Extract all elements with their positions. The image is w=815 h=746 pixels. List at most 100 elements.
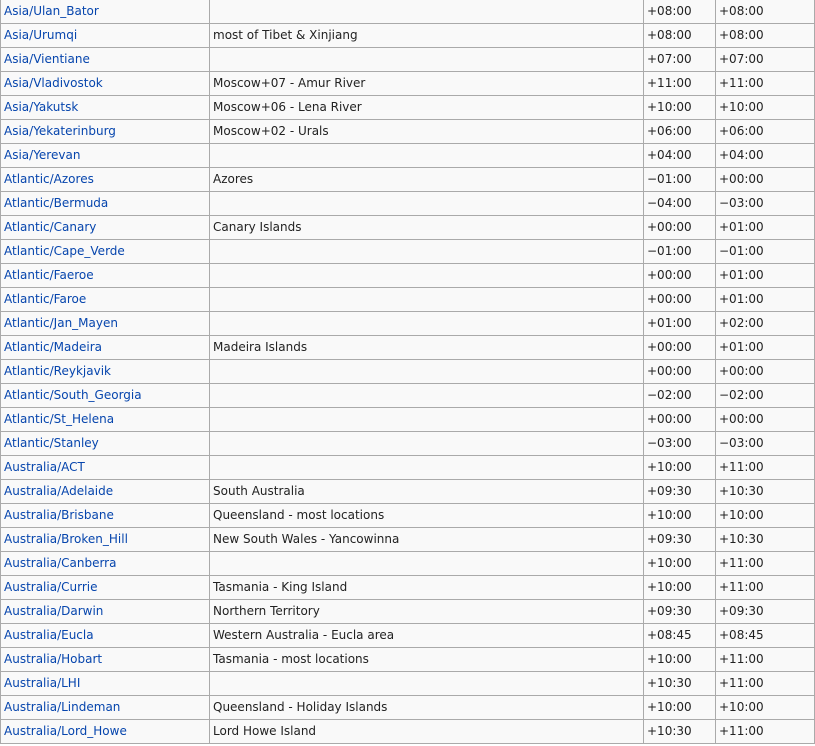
utc-offset-cell: +00:00: [643, 263, 716, 288]
zone-link[interactable]: Australia/LHI: [4, 676, 80, 690]
zone-cell: Australia/ACT: [0, 455, 210, 480]
description-cell: Azores: [209, 167, 644, 192]
utc-offset-cell: +10:00: [643, 647, 716, 672]
dst-offset-cell: +02:00: [715, 311, 815, 336]
zone-link[interactable]: Australia/Darwin: [4, 604, 103, 618]
zone-cell: Australia/Hobart: [0, 647, 210, 672]
description-cell: Canary Islands: [209, 215, 644, 240]
zone-link[interactable]: Asia/Yekaterinburg: [4, 124, 116, 138]
table-row: Asia/Yerevan +04:00 +04:00: [0, 143, 815, 168]
description-cell: [209, 47, 644, 72]
zone-link[interactable]: Australia/Currie: [4, 580, 97, 594]
description-cell: [209, 239, 644, 264]
zone-link[interactable]: Atlantic/Faeroe: [4, 268, 94, 282]
utc-offset-cell: +01:00: [643, 311, 716, 336]
zone-link[interactable]: Atlantic/Jan_Mayen: [4, 316, 118, 330]
zone-link[interactable]: Australia/Canberra: [4, 556, 116, 570]
zone-link[interactable]: Atlantic/Faroe: [4, 292, 86, 306]
dst-offset-cell: +08:45: [715, 623, 815, 648]
zone-link[interactable]: Australia/Adelaide: [4, 484, 113, 498]
description-cell: Tasmania - most locations: [209, 647, 644, 672]
description-cell: [209, 143, 644, 168]
zone-link[interactable]: Asia/Yakutsk: [4, 100, 78, 114]
dst-offset-cell: +01:00: [715, 287, 815, 312]
zone-cell: Asia/Yerevan: [0, 143, 210, 168]
zone-link[interactable]: Atlantic/South_Georgia: [4, 388, 142, 402]
zone-cell: Atlantic/Stanley: [0, 431, 210, 456]
zone-cell: Atlantic/Faroe: [0, 287, 210, 312]
description-cell: Lord Howe Island: [209, 719, 644, 744]
zone-link[interactable]: Asia/Ulan_Bator: [4, 4, 99, 18]
description-cell: Western Australia - Eucla area: [209, 623, 644, 648]
dst-offset-cell: +00:00: [715, 359, 815, 384]
utc-offset-cell: +06:00: [643, 119, 716, 144]
zone-link[interactable]: Asia/Vladivostok: [4, 76, 103, 90]
dst-offset-cell: +07:00: [715, 47, 815, 72]
zone-cell: Atlantic/South_Georgia: [0, 383, 210, 408]
utc-offset-cell: −04:00: [643, 191, 716, 216]
zone-link[interactable]: Asia/Urumqi: [4, 28, 77, 42]
zone-link[interactable]: Atlantic/Cape_Verde: [4, 244, 125, 258]
zone-link[interactable]: Atlantic/Stanley: [4, 436, 99, 450]
table-row: Australia/Canberra +10:00 +11:00: [0, 551, 815, 576]
zone-cell: Atlantic/Reykjavik: [0, 359, 210, 384]
zone-link[interactable]: Australia/Brisbane: [4, 508, 114, 522]
zone-cell: Atlantic/Cape_Verde: [0, 239, 210, 264]
zone-link[interactable]: Atlantic/St_Helena: [4, 412, 114, 426]
dst-offset-cell: +00:00: [715, 167, 815, 192]
zone-link[interactable]: Australia/Hobart: [4, 652, 102, 666]
zone-link[interactable]: Australia/Broken_Hill: [4, 532, 128, 546]
zone-cell: Australia/Currie: [0, 575, 210, 600]
table-row: Australia/Broken_Hill New South Wales - Y…: [0, 527, 815, 552]
zone-link[interactable]: Australia/Lord_Howe: [4, 724, 127, 738]
table-row: Atlantic/Madeira Madeira Islands +00:00 +01…: [0, 335, 815, 360]
table-row: Asia/Ulan_Bator +08:00 +08:00: [0, 0, 815, 24]
table-row: Atlantic/South_Georgia −02:00 −02:00: [0, 383, 815, 408]
table-row: Australia/Adelaide South Australia +09:30 +…: [0, 479, 815, 504]
utc-offset-cell: +00:00: [643, 407, 716, 432]
dst-offset-cell: +11:00: [715, 551, 815, 576]
dst-offset-cell: +11:00: [715, 455, 815, 480]
table-row: Asia/Urumqi most of Tibet & Xinjiang +08:0…: [0, 23, 815, 48]
zone-link[interactable]: Australia/ACT: [4, 460, 85, 474]
zone-cell: Atlantic/Faeroe: [0, 263, 210, 288]
utc-offset-cell: +08:45: [643, 623, 716, 648]
dst-offset-cell: +10:30: [715, 527, 815, 552]
utc-offset-cell: +04:00: [643, 143, 716, 168]
table-row: Atlantic/Bermuda −04:00 −03:00: [0, 191, 815, 216]
dst-offset-cell: +10:30: [715, 479, 815, 504]
zone-cell: Asia/Ulan_Bator: [0, 0, 210, 24]
table-row: Australia/Lord_Howe Lord Howe Island +10:3…: [0, 719, 815, 744]
description-cell: Moscow+02 - Urals: [209, 119, 644, 144]
dst-offset-cell: −03:00: [715, 191, 815, 216]
zone-link[interactable]: Atlantic/Madeira: [4, 340, 102, 354]
zone-link[interactable]: Atlantic/Canary: [4, 220, 96, 234]
utc-offset-cell: +10:00: [643, 551, 716, 576]
zone-cell: Australia/Eucla: [0, 623, 210, 648]
table-row: Australia/Lindeman Queensland - Holiday I…: [0, 695, 815, 720]
timezone-table-body: Asia/Ulan_Bator +08:00 +08:00 Asia/Urumqi mo…: [0, 0, 815, 744]
zone-link[interactable]: Asia/Yerevan: [4, 148, 80, 162]
dst-offset-cell: +01:00: [715, 263, 815, 288]
description-cell: [209, 287, 644, 312]
dst-offset-cell: +11:00: [715, 671, 815, 696]
zone-link[interactable]: Atlantic/Bermuda: [4, 196, 108, 210]
description-cell: [209, 551, 644, 576]
table-row: Atlantic/Faeroe +00:00 +01:00: [0, 263, 815, 288]
zone-cell: Australia/Adelaide: [0, 479, 210, 504]
zone-link[interactable]: Asia/Vientiane: [4, 52, 90, 66]
dst-offset-cell: +01:00: [715, 335, 815, 360]
description-cell: Moscow+07 - Amur River: [209, 71, 644, 96]
description-cell: Queensland - most locations: [209, 503, 644, 528]
zone-link[interactable]: Australia/Eucla: [4, 628, 94, 642]
zone-cell: Australia/Darwin: [0, 599, 210, 624]
zone-cell: Asia/Yakutsk: [0, 95, 210, 120]
zone-link[interactable]: Atlantic/Reykjavik: [4, 364, 111, 378]
dst-offset-cell: +11:00: [715, 575, 815, 600]
utc-offset-cell: +09:30: [643, 479, 716, 504]
dst-offset-cell: +11:00: [715, 719, 815, 744]
zone-link[interactable]: Atlantic/Azores: [4, 172, 94, 186]
zone-link[interactable]: Australia/Lindeman: [4, 700, 120, 714]
utc-offset-cell: +00:00: [643, 359, 716, 384]
utc-offset-cell: −01:00: [643, 167, 716, 192]
